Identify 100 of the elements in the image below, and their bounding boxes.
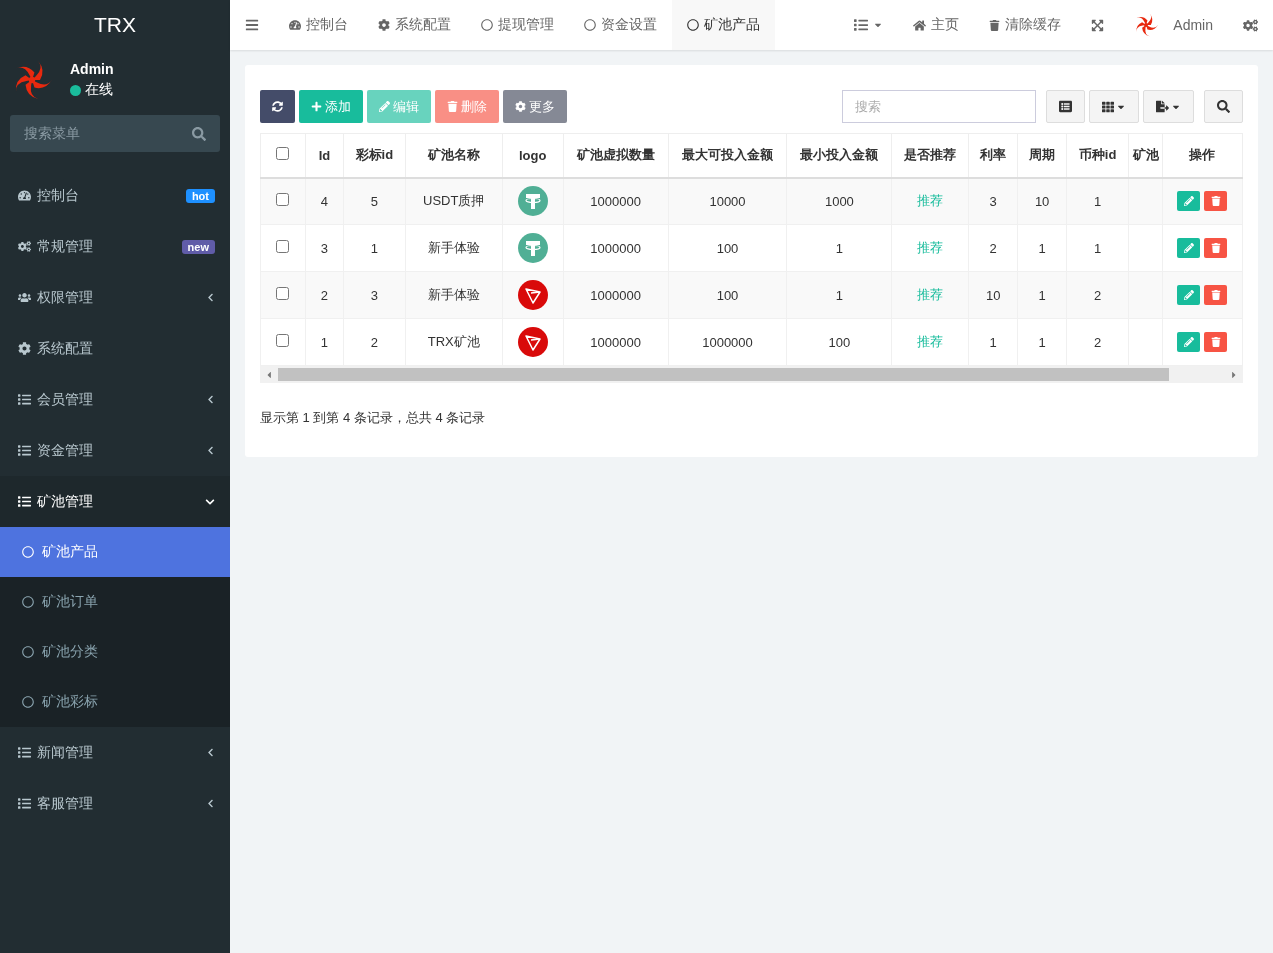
table-cell: 1: [1066, 177, 1129, 225]
brand-title: TRX: [93, 12, 137, 38]
column-header: 彩标id: [343, 133, 406, 178]
table-cell: 1: [786, 224, 892, 272]
table-cell: 2: [305, 271, 344, 319]
gears-icon: [1243, 17, 1258, 33]
list-icon: [1059, 100, 1072, 113]
select-all-checkbox[interactable]: [276, 147, 290, 161]
delete-row-button[interactable]: [1204, 238, 1228, 258]
table-cell: USDT质押: [405, 177, 503, 225]
row-checkbox[interactable]: [276, 334, 290, 347]
sidebar-item[interactable]: 常规管理 new: [0, 221, 230, 272]
menu-search-field[interactable]: 搜索菜单: [10, 115, 220, 152]
table-cell: 1: [968, 318, 1018, 366]
edit-row-button[interactable]: [1177, 332, 1201, 352]
gear-icon: [515, 101, 526, 112]
sidebar-item[interactable]: 权限管理: [0, 272, 230, 323]
trash-icon: [1211, 290, 1221, 300]
export-button[interactable]: [1143, 90, 1194, 123]
menu-badge: hot: [185, 188, 215, 203]
table-cell: 2: [343, 318, 406, 366]
nav-tab[interactable]: 矿池产品: [672, 0, 775, 50]
nav-tab[interactable]: 控制台: [274, 0, 363, 50]
nav-tab[interactable]: 提现管理: [466, 0, 569, 50]
table-cell: 新手体验: [405, 224, 503, 272]
column-header: 矿池名称: [405, 133, 503, 178]
submenu-item[interactable]: 矿池产品: [0, 527, 230, 577]
table-cell: 3: [343, 271, 406, 319]
sidebar-item[interactable]: 系统配置: [0, 323, 230, 374]
table-cell: 1: [1066, 224, 1129, 272]
pencil-icon: [1184, 337, 1194, 347]
table-cell: 1: [1017, 318, 1067, 366]
user-menu-button[interactable]: Admin: [1119, 0, 1228, 50]
sidebar-item[interactable]: 会员管理: [0, 374, 230, 425]
column-header: 周期: [1017, 133, 1067, 178]
nav-link[interactable]: 清除缓存: [974, 0, 1077, 50]
column-header: 利率: [968, 133, 1018, 178]
submenu-item[interactable]: 矿池彩标: [0, 677, 230, 727]
list-icon: [854, 18, 869, 32]
sidebar-item[interactable]: 矿池管理: [0, 476, 230, 527]
user-name: Admin: [70, 61, 114, 77]
user-logo-icon: [1134, 13, 1159, 37]
recommend-tag: 推荐: [891, 271, 969, 319]
table-cell: 2: [968, 224, 1018, 272]
toggle-view-button[interactable]: [1046, 90, 1085, 123]
column-header: 矿池: [1128, 133, 1163, 178]
refresh-button[interactable]: [260, 90, 295, 123]
chevron-down-icon: [205, 496, 215, 507]
sidebar-item[interactable]: 新闻管理: [0, 727, 230, 778]
delete-row-button[interactable]: [1204, 332, 1228, 352]
search-icon: [1217, 100, 1230, 113]
table-cell: 1: [1017, 224, 1067, 272]
online-dot-icon: [70, 84, 81, 96]
trash-icon: [447, 101, 458, 112]
chevron-left-icon: [206, 293, 215, 302]
menu-badge: new: [181, 239, 215, 254]
pencil-icon: [1184, 290, 1194, 300]
sidebar-item[interactable]: 控制台 hot: [0, 170, 230, 221]
table-cell: 4: [305, 177, 344, 225]
table-cell: 100: [786, 318, 892, 366]
export-icon: [1156, 100, 1169, 113]
tron-coin-icon: [517, 327, 548, 357]
table-cell: 3: [305, 224, 344, 272]
table-cell: 1: [1017, 271, 1067, 319]
column-header: 币种id: [1066, 133, 1129, 178]
sidebar-item[interactable]: 客服管理: [0, 778, 230, 829]
user-status: 在线: [85, 81, 113, 99]
table-cell: 1: [786, 271, 892, 319]
delete-row-button[interactable]: [1204, 285, 1228, 305]
edit-row-button[interactable]: [1177, 285, 1201, 305]
table-cell: 2: [1066, 271, 1129, 319]
sidebar-item[interactable]: 资金管理: [0, 425, 230, 476]
tron-coin-icon: [517, 280, 548, 310]
recommend-tag: 推荐: [891, 177, 969, 225]
recommend-tag: 推荐: [891, 224, 969, 272]
submenu-item[interactable]: 矿池订单: [0, 577, 230, 627]
row-checkbox[interactable]: [276, 287, 290, 300]
columns-button[interactable]: [1089, 90, 1139, 123]
nav-link[interactable]: 主页: [898, 0, 975, 50]
more-button[interactable]: 更多: [503, 90, 567, 123]
table-cell: 2: [1066, 318, 1129, 366]
row-checkbox[interactable]: [276, 240, 290, 253]
chevron-left-icon: [206, 395, 215, 404]
edit-row-button[interactable]: [1177, 238, 1201, 258]
submenu-item[interactable]: 矿池分类: [0, 627, 230, 677]
horizontal-scrollbar[interactable]: [260, 366, 1243, 383]
table-cell: 10: [968, 271, 1018, 319]
home-icon: [913, 18, 927, 32]
nav-tab[interactable]: 资金设置: [569, 0, 672, 50]
table-cell: 100: [668, 224, 787, 272]
gear-icon: [378, 19, 390, 31]
nav-tab[interactable]: 系统配置: [363, 0, 466, 50]
row-checkbox[interactable]: [276, 193, 290, 207]
search-button[interactable]: [1204, 90, 1243, 123]
pencil-icon: [1184, 243, 1194, 253]
tether-coin-icon: [517, 233, 548, 263]
table-cell: TRX矿池: [405, 318, 503, 366]
search-field[interactable]: 搜索: [842, 90, 1036, 123]
edit-row-button[interactable]: [1177, 191, 1201, 212]
delete-row-button[interactable]: [1204, 191, 1228, 212]
